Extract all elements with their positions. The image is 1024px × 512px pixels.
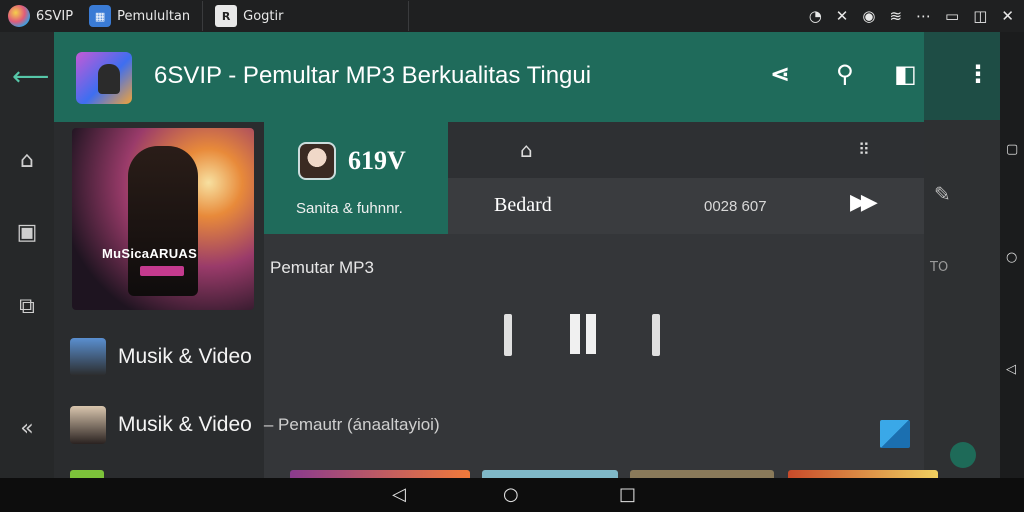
tab-divider xyxy=(408,1,409,31)
strip-thumb[interactable] xyxy=(290,470,470,478)
system-nav-bar: ◁ ○ □ xyxy=(0,478,1024,512)
avatar xyxy=(950,442,976,468)
home-circle-icon[interactable]: ○ xyxy=(503,484,519,505)
back-triangle-icon[interactable]: ◁ xyxy=(1006,362,1016,377)
home-icon[interactable]: ⌂ xyxy=(14,148,40,173)
os-tab-gogtir[interactable]: R Gogtir xyxy=(207,0,291,32)
album-badge xyxy=(140,266,184,276)
shuffle-icon[interactable]: ✕ xyxy=(836,7,849,25)
edit-icon: ✎ xyxy=(934,182,951,206)
square-icon[interactable]: ▢ xyxy=(1006,142,1018,157)
search-icon[interactable]: ⚲ xyxy=(836,60,854,88)
background-panel: ✎ TO xyxy=(924,32,1000,478)
tab-divider xyxy=(202,1,204,31)
next-button[interactable] xyxy=(652,314,660,356)
strip-thumb[interactable] xyxy=(482,470,618,478)
window-icon[interactable]: ▭ xyxy=(945,7,959,25)
os-tab-6svip[interactable]: 6SVIP xyxy=(0,0,81,32)
more-icon[interactable]: ⋯ xyxy=(916,7,931,25)
system-side-bar: ▢ ○ ◁ xyxy=(1000,32,1024,478)
volume-icon[interactable]: ◧ xyxy=(894,60,917,88)
page-title: 6SVIP - Pemultar MP3 Berkualitas Tingui xyxy=(154,62,592,89)
doc-icon: R xyxy=(215,5,238,27)
circle-icon[interactable]: ○ xyxy=(1006,250,1017,265)
image-icon[interactable] xyxy=(880,420,910,448)
close-icon[interactable]: ✕ xyxy=(1001,7,1014,25)
book-icon[interactable]: ⧉ xyxy=(14,294,40,319)
thumbnail-strip xyxy=(54,470,1000,478)
os-status-area: ◔ ✕ ◉ ≋ ⋯ ▭ ◫ ✕ xyxy=(809,0,1014,32)
list-item-label: Musik & Video xyxy=(118,413,252,436)
back-arrow-icon[interactable]: ⟵ xyxy=(12,62,49,92)
app-logo-icon xyxy=(8,5,30,27)
wifi-icon: ≋ xyxy=(889,7,903,25)
list-thumbnail xyxy=(70,338,106,376)
fast-forward-icon[interactable]: ▶▶ xyxy=(850,190,878,215)
back-icon[interactable]: ◁ xyxy=(392,484,406,505)
timer-icon[interactable]: ◔ xyxy=(809,7,822,25)
now-playing-code: 619V xyxy=(348,146,406,175)
list-thumbnail xyxy=(70,406,106,444)
app-logo xyxy=(76,52,132,104)
os-tab-label: Gogtir xyxy=(243,8,284,24)
app-header: 6SVIP - Pemultar MP3 Berkualitas Tingui … xyxy=(54,32,990,122)
list-item[interactable]: Musik & Video – Pemautr (ánaaltayioi) xyxy=(70,406,440,444)
more-vert-icon[interactable]: ⋮ xyxy=(966,60,990,88)
now-playing-artist: Sanita & fuhnnr. xyxy=(296,200,403,217)
album-art-text: MuSicaARUAS xyxy=(102,246,198,261)
track-time: 0028 607 xyxy=(704,198,767,215)
share-icon[interactable]: ⋖ xyxy=(770,60,790,88)
track-title: Bedard xyxy=(494,194,552,216)
store-icon: ▦ xyxy=(89,5,112,27)
strip-thumb[interactable] xyxy=(70,470,104,478)
strip-thumb[interactable] xyxy=(788,470,938,478)
os-tab-label: Pemulultan xyxy=(117,8,191,24)
list-item[interactable]: Musik & Video xyxy=(70,338,252,376)
section-title: Pemutar MP3 xyxy=(270,258,374,277)
camera-icon[interactable]: ▣ xyxy=(14,220,40,245)
trash-icon[interactable]: ⌂ xyxy=(520,138,533,162)
list-item-label: Musik & Video xyxy=(118,345,252,368)
background-text: TO xyxy=(930,260,949,275)
restore-icon[interactable]: ◫ xyxy=(973,7,987,25)
record-icon[interactable]: ◉ xyxy=(862,7,875,25)
artist-avatar xyxy=(298,142,336,180)
album-art[interactable]: MuSicaARUAS xyxy=(72,128,254,310)
now-playing-toolbar: ⌂ ⠿ xyxy=(448,122,924,178)
previous-button[interactable] xyxy=(504,314,512,356)
now-playing-track-row[interactable]: Bedard 0028 607 ▶▶ xyxy=(448,178,924,234)
rewind-icon[interactable]: « xyxy=(14,416,40,441)
list-item-sub: – Pemautr (ánaaltayioi) xyxy=(263,415,440,434)
now-playing-card[interactable]: 619V Sanita & fuhnnr. xyxy=(264,122,448,234)
pause-button-bar[interactable] xyxy=(586,314,596,354)
strip-thumb[interactable] xyxy=(630,470,774,478)
grid-icon[interactable]: ⠿ xyxy=(858,140,870,159)
recents-icon[interactable]: □ xyxy=(619,484,636,505)
os-tab-bar: 6SVIP ▦ Pemulultan R Gogtir ◔ ✕ ◉ ≋ ⋯ ▭ … xyxy=(0,0,1024,32)
os-tab-store[interactable]: ▦ Pemulultan xyxy=(81,0,198,32)
os-tab-label: 6SVIP xyxy=(36,8,74,24)
pause-button[interactable] xyxy=(570,314,580,354)
nav-rail: ⟵ ⌂ ▣ ⧉ « xyxy=(0,32,54,478)
app-window: 6SVIP ▦ Pemulultan R Gogtir ◔ ✕ ◉ ≋ ⋯ ▭ … xyxy=(0,0,1024,512)
